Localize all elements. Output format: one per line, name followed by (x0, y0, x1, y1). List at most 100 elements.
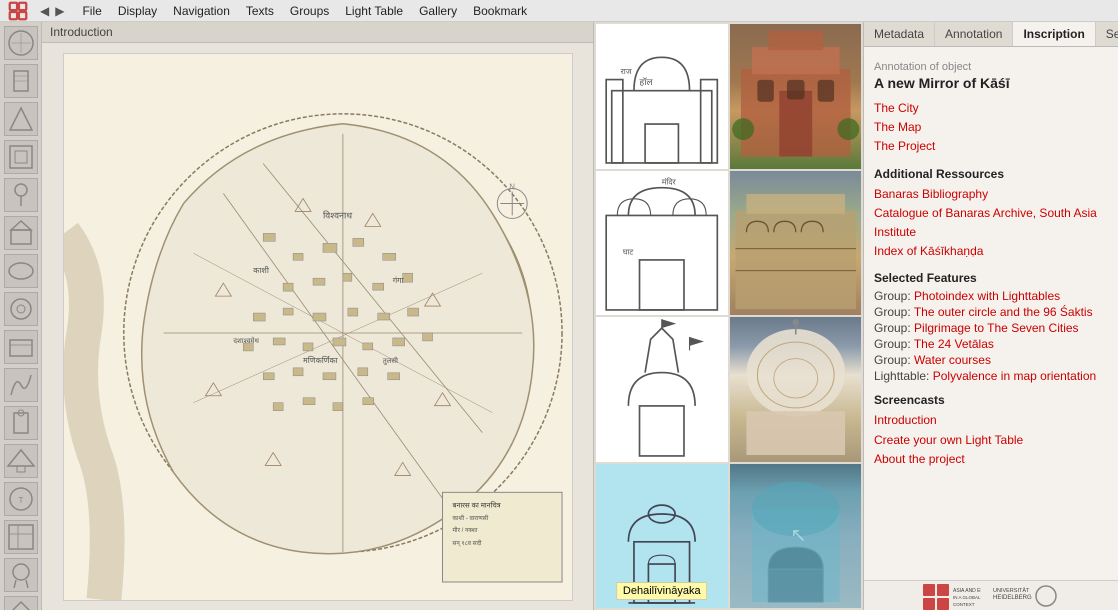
breadcrumb: Introduction (42, 22, 593, 43)
annotation-title: A new Mirror of Kāśī (874, 75, 1108, 91)
sidebar-thumb-15[interactable] (4, 558, 38, 592)
group-link-3[interactable]: Pilgrimage to The Seven Cities (914, 321, 1079, 335)
sidebar-thumb-2[interactable] (4, 64, 38, 98)
svg-text:घाट: घाट (623, 247, 635, 256)
tab-metadata[interactable]: Metadata (864, 22, 935, 46)
info-panel: Metadata Annotation Inscription Search A… (863, 22, 1118, 610)
group-line-2: Group: The outer circle and the 96 Śakti… (874, 305, 1108, 319)
group-line-6: Lighttable: Polyvalence in map orientati… (874, 369, 1108, 383)
group-link-6[interactable]: Polyvalence in map orientation (933, 369, 1096, 383)
sidebar-thumb-7[interactable] (4, 254, 38, 288)
thumb-8[interactable]: ↖ (730, 464, 862, 609)
annotation-label: Annotation of object (874, 61, 1108, 73)
svg-text:काशी - वाराणसी: काशी - वाराणसी (452, 514, 488, 522)
svg-text:IN A GLOBAL: IN A GLOBAL (953, 595, 981, 600)
sidebar-thumb-6[interactable] (4, 216, 38, 250)
group-link-1[interactable]: Photoindex with Lighttables (914, 289, 1060, 303)
thumb-1[interactable]: हॉल राज (596, 24, 728, 169)
svg-text:HEIDELBERG: HEIDELBERG (993, 595, 1032, 601)
link-about-project[interactable]: About the project (874, 450, 1108, 469)
svg-text:N: N (509, 182, 515, 191)
group-line-3: Group: Pilgrimage to The Seven Cities (874, 321, 1108, 335)
svg-text:सन् १८व सदी: सन् १८व सदी (452, 539, 481, 547)
sidebar-thumb-11[interactable] (4, 406, 38, 440)
group-link-5[interactable]: Water courses (914, 353, 991, 367)
svg-text:गंगा: गंगा (392, 276, 404, 285)
group-line-1: Group: Photoindex with Lighttables (874, 289, 1108, 303)
menu-texts[interactable]: Texts (238, 2, 282, 20)
bottom-logos: ASIA AND EUROPE IN A GLOBAL CONTEXT UNIV… (864, 580, 1118, 610)
svg-text:बनारस का मानचित्र: बनारस का मानचित्र (452, 500, 500, 509)
link-the-project[interactable]: The Project (874, 137, 1108, 156)
svg-text:ASIA AND EUROPE: ASIA AND EUROPE (953, 588, 981, 594)
link-screencast-intro[interactable]: Introduction (874, 411, 1108, 430)
svg-text:तुलसी: तुलसी (382, 355, 397, 364)
sidebar-thumb-4[interactable] (4, 140, 38, 174)
group-line-5: Group: Water courses (874, 353, 1108, 367)
sidebar-thumb-3[interactable] (4, 102, 38, 136)
svg-text:T: T (18, 496, 23, 505)
group-link-4[interactable]: The 24 Vetālas (914, 337, 994, 351)
thumb-2[interactable] (730, 24, 862, 169)
breadcrumb-text: Introduction (50, 25, 113, 39)
nav-arrows: ◀ ▶ (38, 4, 66, 18)
tab-inscription[interactable]: Inscription (1013, 22, 1095, 46)
sidebar-thumb-12[interactable] (4, 444, 38, 478)
menu-navigation[interactable]: Navigation (165, 2, 238, 20)
info-content: Annotation of object A new Mirror of Kāś… (864, 47, 1118, 580)
link-the-city[interactable]: The City (874, 99, 1108, 118)
additional-resources-header: Additional Ressources (874, 167, 1108, 181)
map-image-container: विश्वनाथ काशी गंगा मणिकर्णिका दशाश्वमेध … (42, 43, 593, 610)
menu-file[interactable]: File (74, 2, 109, 20)
link-banaras-bibliography[interactable]: Banaras Bibliography (874, 185, 1108, 204)
tab-annotation[interactable]: Annotation (935, 22, 1013, 46)
sidebar-thumb-8[interactable] (4, 292, 38, 326)
svg-text:UNIVERSITÄT: UNIVERSITÄT (993, 587, 1030, 594)
menu-display[interactable]: Display (110, 2, 165, 20)
svg-text:↖: ↖ (790, 524, 807, 546)
link-screencast-lighttable[interactable]: Create your own Light Table (874, 431, 1108, 450)
left-sidebar: T (0, 22, 42, 610)
info-tabs: Metadata Annotation Inscription Search (864, 22, 1118, 47)
back-arrow[interactable]: ◀ (38, 4, 51, 18)
selected-features-header: Selected Features (874, 271, 1108, 285)
map-canvas[interactable]: विश्वनाथ काशी गंगा मणिकर्णिका दशाश्वमेध … (63, 53, 573, 601)
menu-bookmark[interactable]: Bookmark (465, 2, 535, 20)
menu-bar: ◀ ▶ File Display Navigation Texts Groups… (0, 0, 1118, 22)
svg-text:काशी: काशी (253, 265, 270, 275)
link-the-map[interactable]: The Map (874, 118, 1108, 137)
map-area: Introduction (42, 22, 593, 610)
main-content: T Introduction (0, 22, 1118, 610)
sidebar-thumb-13[interactable]: T (4, 482, 38, 516)
thumb-6[interactable] (730, 317, 862, 462)
link-catalogue[interactable]: Catalogue of Banaras Archive, South Asia… (874, 204, 1108, 242)
sidebar-thumb-9[interactable] (4, 330, 38, 364)
sidebar-thumb-1[interactable] (4, 26, 38, 60)
menu-groups[interactable]: Groups (282, 2, 337, 20)
svg-text:विश्वनाथ: विश्वनाथ (322, 209, 351, 220)
sidebar-thumb-14[interactable] (4, 520, 38, 554)
thumbnail-grid: हॉल राज (593, 22, 863, 610)
thumb-5[interactable] (596, 317, 728, 462)
svg-text:मणिकर्णिका: मणिकर्णिका (303, 354, 339, 364)
svg-text:राज: राज (621, 67, 632, 76)
thumb-7[interactable]: Dehailīvināyaka (596, 464, 728, 609)
menu-lighttable[interactable]: Light Table (337, 2, 411, 20)
thumb-4[interactable] (730, 171, 862, 316)
svg-text:मंदिर: मंदिर (662, 177, 677, 186)
app-logo (4, 1, 32, 21)
screencasts-header: Screencasts (874, 393, 1108, 407)
tab-search[interactable]: Search (1096, 22, 1118, 46)
link-index[interactable]: Index of Kāśīkhaṇḍa (874, 242, 1108, 261)
svg-text:दशाश्वमेध: दशाश्वमेध (233, 335, 259, 344)
sidebar-thumb-5[interactable] (4, 178, 38, 212)
svg-text:CONTEXT: CONTEXT (953, 602, 975, 607)
sidebar-thumb-10[interactable] (4, 368, 38, 402)
menu-gallery[interactable]: Gallery (411, 2, 465, 20)
group-link-2[interactable]: The outer circle and the 96 Śaktis (914, 305, 1093, 319)
group-line-4: Group: The 24 Vetālas (874, 337, 1108, 351)
forward-arrow[interactable]: ▶ (53, 4, 66, 18)
thumb-3[interactable]: घाट मंदिर (596, 171, 728, 316)
svg-text:हॉल: हॉल (640, 77, 654, 87)
sidebar-thumb-16[interactable] (4, 596, 38, 610)
